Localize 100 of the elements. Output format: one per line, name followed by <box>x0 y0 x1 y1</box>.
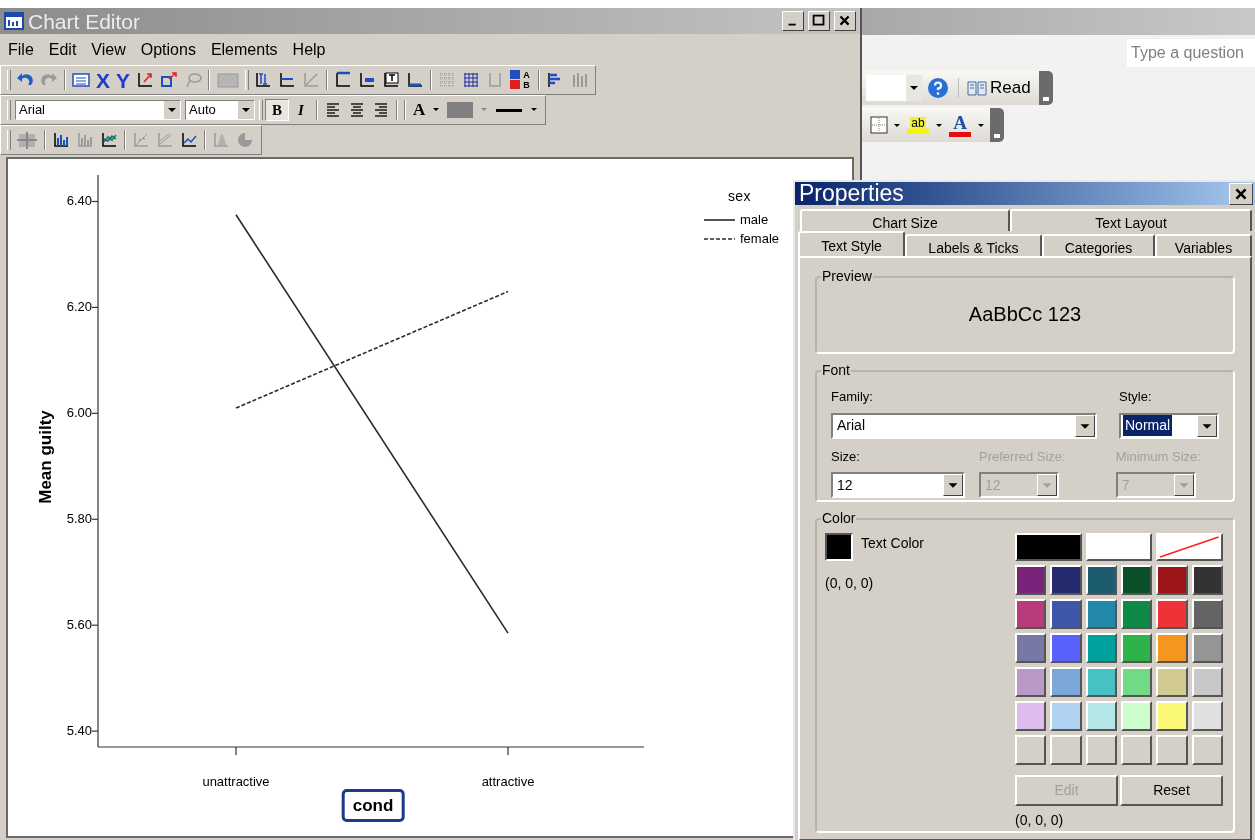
list-icon[interactable] <box>72 71 90 89</box>
grid-icon[interactable] <box>462 71 481 89</box>
align-right-icon[interactable] <box>372 101 390 119</box>
color-swatch[interactable] <box>1085 599 1117 629</box>
text-color-button[interactable]: A <box>409 97 430 123</box>
color-swatch[interactable] <box>1156 599 1188 629</box>
italic-button[interactable]: I <box>289 99 313 121</box>
fill-color-icon[interactable] <box>446 101 475 119</box>
color-swatch[interactable] <box>1050 701 1082 731</box>
axis-arrow-icon[interactable] <box>136 71 155 89</box>
book-icon <box>967 80 987 96</box>
dialog-button[interactable]: Reset <box>1120 775 1223 806</box>
color-swatch[interactable] <box>1050 565 1082 595</box>
font-color-button[interactable]: A <box>949 113 971 137</box>
legend-label: female <box>740 232 780 245</box>
font-family-select[interactable]: Arial <box>831 412 1097 439</box>
color-swatch[interactable] <box>1085 565 1117 595</box>
legend-title: sex <box>728 187 751 206</box>
color-swatch[interactable] <box>1191 633 1223 663</box>
y-axis-title: Mean guilty <box>35 410 57 504</box>
group-label: Font <box>821 361 851 380</box>
color-swatch[interactable] <box>1121 633 1153 663</box>
color-swatch[interactable] <box>1121 701 1153 731</box>
bold-button[interactable]: B <box>265 99 289 121</box>
color-swatch[interactable] <box>1050 667 1082 697</box>
color-swatch[interactable] <box>1085 533 1153 561</box>
empty-swatch[interactable] <box>1156 735 1188 765</box>
color-swatch[interactable] <box>1050 633 1082 663</box>
align-left-icon[interactable] <box>324 101 342 119</box>
tab[interactable]: Text Style <box>798 231 905 256</box>
color-swatch[interactable] <box>1121 565 1153 595</box>
color-swatch[interactable] <box>1085 701 1117 731</box>
color-swatch[interactable] <box>1156 565 1188 595</box>
color-swatch[interactable] <box>1015 667 1047 697</box>
title-icon[interactable] <box>334 71 353 89</box>
legend-label: male <box>740 213 769 226</box>
square-arrow-icon[interactable] <box>160 71 179 89</box>
empty-swatch[interactable] <box>1050 735 1082 765</box>
color-swatch[interactable] <box>1156 701 1188 731</box>
error-bar-icon[interactable] <box>254 71 273 89</box>
color-swatch[interactable] <box>1191 599 1223 629</box>
tab[interactable]: Chart Size <box>800 209 1010 231</box>
color-swatch[interactable] <box>1085 667 1117 697</box>
color-swatch[interactable] <box>1015 701 1047 731</box>
color-swatch[interactable] <box>1191 667 1223 697</box>
color-swatch[interactable] <box>1085 633 1117 663</box>
line-chart-icon[interactable] <box>100 131 118 149</box>
rgb-value: (0, 0, 0) <box>1015 811 1065 830</box>
line-graph-icon[interactable] <box>180 131 198 149</box>
menu-item[interactable]: File <box>8 37 34 62</box>
toolbar-button[interactable]: X <box>93 69 113 91</box>
color-swatch[interactable] <box>1015 599 1047 629</box>
toolbar-grip[interactable] <box>990 108 1004 142</box>
maximize-icon[interactable] <box>808 11 830 31</box>
color-swatch[interactable] <box>1050 599 1082 629</box>
empty-swatch[interactable] <box>1191 735 1223 765</box>
footnote-icon[interactable] <box>406 71 425 89</box>
tab[interactable]: Variables <box>1155 234 1252 256</box>
empty-swatch[interactable] <box>1015 735 1047 765</box>
menu-item[interactable]: Help <box>292 37 326 62</box>
toolbar-button[interactable]: Y <box>113 69 134 91</box>
tab[interactable]: Labels & Ticks <box>905 234 1042 256</box>
color-swatch[interactable] <box>1156 667 1188 697</box>
font-size-select[interactable]: Auto <box>185 100 255 120</box>
menu-item[interactable]: Edit <box>48 37 77 62</box>
tab[interactable]: Text Layout <box>1010 209 1252 231</box>
color-swatch[interactable] <box>1015 533 1082 561</box>
color-swatch[interactable] <box>1191 701 1223 731</box>
dialog-title: Properties <box>799 182 905 205</box>
help-icon[interactable] <box>927 77 949 99</box>
font-size-select[interactable]: 12 <box>831 472 965 498</box>
menu-item[interactable]: Elements <box>210 37 278 62</box>
close-icon[interactable] <box>834 11 856 31</box>
menu-item[interactable]: Options <box>140 37 196 62</box>
text-box-icon[interactable] <box>382 71 401 89</box>
align-center-icon[interactable] <box>348 101 366 119</box>
reference-line-icon[interactable] <box>278 71 297 89</box>
color-swatch[interactable] <box>1121 667 1153 697</box>
color-swatch[interactable] <box>1191 565 1223 595</box>
toolbar-grip[interactable] <box>1038 71 1053 105</box>
font-style-select[interactable]: Normal <box>1119 412 1219 439</box>
font-select[interactable]: Arial <box>15 100 181 120</box>
close-icon[interactable] <box>1229 182 1253 205</box>
color-swatch[interactable] <box>1015 633 1047 663</box>
bar-chart-icon[interactable] <box>52 131 70 149</box>
color-swatch[interactable] <box>1156 633 1188 663</box>
minimize-icon[interactable] <box>782 11 804 31</box>
menu-item[interactable]: View <box>91 37 126 62</box>
y-tick-label: 5.40 <box>66 724 92 738</box>
empty-swatch[interactable] <box>1121 735 1153 765</box>
color-swatch[interactable] <box>1015 565 1047 595</box>
tab[interactable]: Categories <box>1042 234 1155 256</box>
color-swatch[interactable] <box>1121 599 1153 629</box>
dotted-grid-icon[interactable] <box>438 71 457 89</box>
no-color-swatch[interactable] <box>1156 533 1223 561</box>
legend-toggle[interactable]: A B <box>510 70 533 90</box>
empty-swatch[interactable] <box>1085 735 1117 765</box>
help-search-field[interactable]: Type a question <box>1127 39 1255 67</box>
annotation-icon[interactable] <box>358 71 377 89</box>
x-axis-title[interactable]: cond <box>341 789 405 822</box>
